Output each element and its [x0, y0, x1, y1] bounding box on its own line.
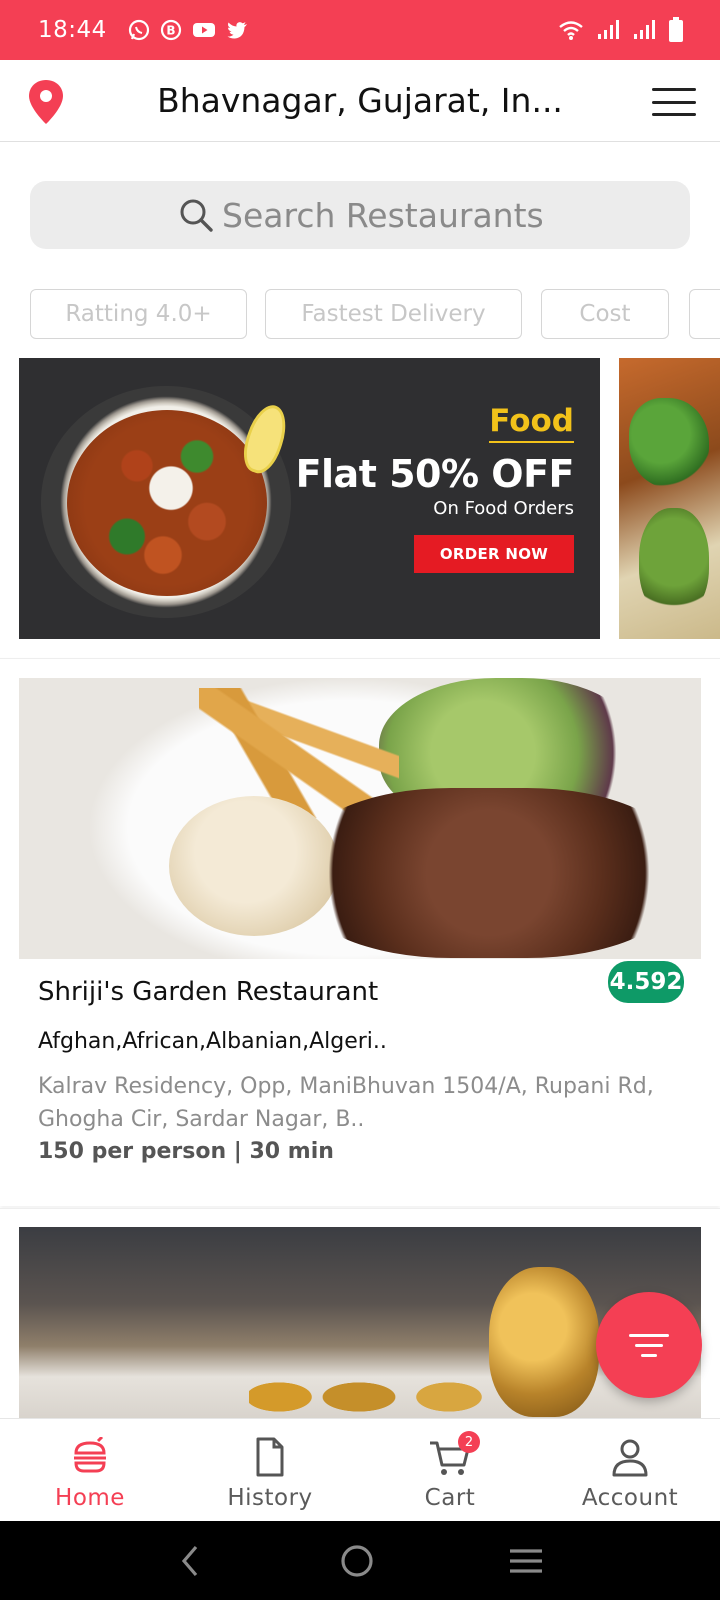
- location-header: Bhavnagar, Gujarat, In...: [0, 60, 720, 142]
- banner-headline: Flat 50% OFF: [295, 452, 575, 496]
- photo-bowls: [249, 1377, 509, 1417]
- status-bar: 18:44 B: [0, 0, 720, 60]
- signal-icon: [598, 20, 619, 39]
- whatsapp-icon: [128, 19, 149, 41]
- nav-label-account: Account: [581, 1485, 679, 1511]
- search-bar[interactable]: [30, 181, 690, 249]
- promo-banner[interactable]: Food Flat 50% OFF On Food Orders ORDER N…: [19, 358, 600, 639]
- restaurant-name: Shriji's Garden Restaurant: [38, 977, 379, 1007]
- banner-next-image: [629, 398, 709, 488]
- menu-line: [652, 100, 696, 104]
- search-icon: [180, 199, 213, 232]
- nav-home[interactable]: Home: [0, 1419, 180, 1521]
- youtube-icon: [192, 23, 215, 37]
- app-screen: 18:44 B Bhavnagar, Gujarat, In... Search…: [0, 0, 720, 1600]
- restaurant-photo: [19, 678, 701, 959]
- filter-chip-more[interactable]: [689, 289, 720, 339]
- nav-label-home: Home: [55, 1485, 125, 1511]
- menu-line: [652, 113, 696, 116]
- menu-line: [652, 88, 696, 91]
- restaurant-cost-time: 150 per person | 30 min: [38, 1139, 334, 1164]
- restaurant-cuisines: Afghan,African,Albanian,Algeri..: [38, 1029, 387, 1054]
- banner-tag: Food: [489, 403, 574, 443]
- twitter-icon: [227, 22, 247, 39]
- filter-icon-line: [641, 1353, 657, 1357]
- status-app-icons: B: [127, 18, 249, 42]
- nav-label-history: History: [227, 1485, 313, 1511]
- document-icon: [256, 1437, 284, 1477]
- burger-icon: [74, 1437, 106, 1473]
- svg-text:B: B: [166, 24, 175, 38]
- banner-food-topping: [67, 410, 267, 596]
- nav-history[interactable]: History: [180, 1419, 360, 1521]
- location-pin-icon[interactable]: [27, 78, 65, 126]
- cart-count-badge: 2: [458, 1431, 480, 1453]
- nav-account[interactable]: Account: [540, 1419, 720, 1521]
- search-input[interactable]: [222, 195, 542, 235]
- status-system-icons: [558, 17, 684, 43]
- nav-cart[interactable]: 2 Cart: [360, 1419, 540, 1521]
- order-now-button[interactable]: ORDER NOW: [414, 535, 574, 573]
- rating-badge: 4.592: [608, 961, 684, 1003]
- hamburger-menu-icon[interactable]: [650, 86, 698, 118]
- location-title[interactable]: Bhavnagar, Gujarat, In...: [110, 60, 610, 142]
- photo-teapot: [489, 1267, 599, 1417]
- filter-chip-rating[interactable]: Ratting 4.0+: [30, 289, 247, 339]
- recents-icon[interactable]: [508, 1546, 544, 1576]
- wifi-icon: [559, 21, 583, 40]
- restaurant-card[interactable]: 4.592 Shriji's Garden Restaurant Afghan,…: [0, 658, 720, 1206]
- b-icon: B: [160, 19, 181, 41]
- signal-icon: [634, 20, 655, 39]
- filter-icon-line: [635, 1343, 663, 1347]
- filter-chip-fastest-delivery[interactable]: Fastest Delivery: [265, 289, 522, 339]
- system-nav-bar: [0, 1521, 720, 1600]
- photo-meat: [299, 788, 679, 958]
- nav-label-cart: Cart: [424, 1485, 476, 1511]
- battery-icon: [669, 17, 683, 42]
- home-circle-icon[interactable]: [339, 1543, 375, 1579]
- restaurant-photo: [19, 1227, 701, 1419]
- filter-chip-cost[interactable]: Cost: [541, 289, 669, 339]
- status-time: 18:44: [38, 17, 107, 43]
- restaurant-address: Kalrav Residency, Opp, ManiBhuvan 1504/A…: [38, 1074, 654, 1132]
- banner-next-image-sauce: [639, 508, 709, 618]
- person-icon: [612, 1439, 648, 1477]
- promo-banner-next[interactable]: [619, 358, 720, 639]
- banner-subtext: On Food Orders: [433, 498, 574, 519]
- back-icon[interactable]: [176, 1543, 206, 1579]
- filter-icon-line: [629, 1333, 669, 1337]
- filter-fab-button[interactable]: [596, 1292, 702, 1398]
- bottom-nav: Home History 2 Cart Account: [0, 1418, 720, 1521]
